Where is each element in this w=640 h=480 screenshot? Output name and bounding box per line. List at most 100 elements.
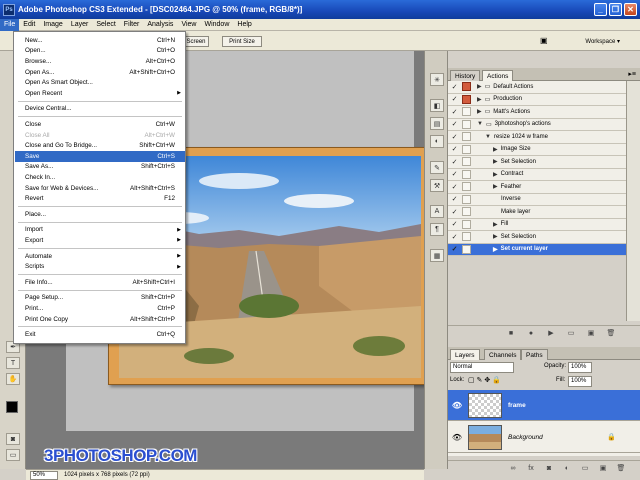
menu-item-close[interactable]: Close Ctrl+W bbox=[15, 119, 185, 130]
foreground-color-swatch[interactable] bbox=[6, 401, 18, 413]
blend-mode-select[interactable]: Normal bbox=[450, 362, 514, 373]
layer-style-icon[interactable]: fx bbox=[526, 463, 536, 473]
toggle-item-checkmark-icon[interactable]: ✓ bbox=[450, 107, 459, 116]
menu-select[interactable]: Select bbox=[92, 19, 119, 31]
action-row[interactable]: ✓ ▶ Set Selection bbox=[448, 231, 626, 244]
action-row[interactable]: ✓ ▶ Set current layer bbox=[448, 243, 626, 256]
toggle-item-checkmark-icon[interactable]: ✓ bbox=[450, 170, 459, 179]
tab-actions[interactable]: Actions bbox=[482, 70, 514, 81]
layer-row-background[interactable]: 👁 Background 🔒 bbox=[448, 422, 640, 453]
action-row[interactable]: ✓ ▶ Fill bbox=[448, 218, 626, 231]
menu-item-place[interactable]: Place... bbox=[15, 209, 185, 220]
action-row[interactable]: ✓ ▶ ▭ Production bbox=[448, 93, 626, 106]
new-action-icon[interactable]: ▣ bbox=[586, 328, 596, 338]
collapsed-triangle-icon[interactable]: ▶ bbox=[493, 158, 498, 165]
actions-scrollbar[interactable] bbox=[626, 81, 640, 321]
workspace-dropdown[interactable]: Workspace ▾ bbox=[585, 38, 620, 45]
lock-icons[interactable]: ▢ ✎ ✥ 🔒 bbox=[468, 376, 501, 384]
tab-channels[interactable]: Channels bbox=[484, 349, 522, 360]
layer-name[interactable]: Background bbox=[508, 434, 543, 441]
toggle-item-checkmark-icon[interactable]: ✓ bbox=[450, 245, 459, 254]
menu-filter[interactable]: Filter bbox=[120, 19, 144, 31]
menu-item-export[interactable]: Export ▶ bbox=[15, 235, 185, 246]
collapsed-triangle-icon[interactable]: ▶ bbox=[477, 96, 482, 103]
menu-item-device-central[interactable]: Device Central... bbox=[15, 104, 185, 115]
collapsed-triangle-icon[interactable]: ▶ bbox=[493, 233, 498, 240]
menu-item-close-and-go-to-bridge[interactable]: Close and Go To Bridge... Shift+Ctrl+W bbox=[15, 140, 185, 151]
navigator-icon[interactable]: ✳ bbox=[430, 73, 444, 86]
menu-image[interactable]: Image bbox=[39, 19, 66, 31]
new-layer-icon[interactable]: ▣ bbox=[598, 463, 608, 473]
visibility-eye-icon[interactable]: 👁 bbox=[450, 430, 464, 444]
expanded-triangle-icon[interactable]: ▼ bbox=[485, 134, 491, 140]
toggle-dialog-icon[interactable] bbox=[462, 107, 471, 117]
paragraph-icon[interactable]: ¶ bbox=[430, 223, 444, 236]
menu-item-open[interactable]: Open... Ctrl+O bbox=[15, 46, 185, 57]
panel-menu-icon[interactable]: ▸≡ bbox=[628, 70, 636, 78]
print-size-button[interactable]: Print Size bbox=[222, 36, 262, 47]
expanded-triangle-icon[interactable]: ▼ bbox=[477, 121, 483, 127]
play-icon[interactable]: ▶ bbox=[546, 328, 556, 338]
toggle-item-checkmark-icon[interactable]: ✓ bbox=[450, 220, 459, 229]
menu-item-print-one-copy[interactable]: Print One Copy Alt+Shift+Ctrl+P bbox=[15, 314, 185, 325]
toggle-item-checkmark-icon[interactable]: ✓ bbox=[450, 182, 459, 191]
menu-item-save-as[interactable]: Save As... Shift+Ctrl+S bbox=[15, 162, 185, 173]
workspace-icon[interactable]: ▣ bbox=[540, 36, 554, 47]
layer-comps-icon[interactable]: ▦ bbox=[430, 249, 444, 262]
collapsed-triangle-icon[interactable]: ▶ bbox=[493, 146, 498, 153]
collapsed-triangle-icon[interactable]: ▶ bbox=[493, 183, 498, 190]
menu-item-import[interactable]: Import ▶ bbox=[15, 225, 185, 236]
toggle-dialog-icon[interactable] bbox=[462, 219, 471, 229]
screen-mode-icon[interactable]: ▭ bbox=[6, 449, 20, 461]
toggle-dialog-icon[interactable] bbox=[462, 232, 471, 242]
collapsed-triangle-icon[interactable]: ▶ bbox=[493, 221, 498, 228]
toggle-dialog-icon[interactable] bbox=[462, 132, 471, 142]
delete-layer-icon[interactable]: 🗑 bbox=[616, 463, 626, 473]
collapsed-triangle-icon[interactable]: ▶ bbox=[493, 171, 498, 178]
type-tool-icon[interactable]: T bbox=[6, 357, 20, 369]
toggle-dialog-icon[interactable] bbox=[462, 157, 471, 167]
fill-field[interactable]: 100% bbox=[568, 376, 592, 387]
visibility-eye-icon[interactable]: 👁 bbox=[450, 398, 464, 412]
screen-button[interactable]: Screen bbox=[183, 36, 209, 47]
brushes-icon[interactable]: ✎ bbox=[430, 161, 444, 174]
layer-mask-icon[interactable]: ◙ bbox=[544, 463, 554, 473]
action-row[interactable]: ✓ ▶ Feather bbox=[448, 181, 626, 194]
action-row[interactable]: ✓ ▼ resize 1024 w frame bbox=[448, 131, 626, 144]
record-icon[interactable]: ● bbox=[526, 328, 536, 338]
menu-window[interactable]: Window bbox=[200, 19, 233, 31]
toggle-item-checkmark-icon[interactable]: ✓ bbox=[450, 120, 459, 129]
trash-icon[interactable]: 🗑 bbox=[606, 328, 616, 338]
toggle-dialog-icon[interactable] bbox=[462, 144, 471, 154]
minimize-button[interactable]: _ bbox=[594, 3, 607, 16]
menu-item-file-info[interactable]: File Info... Alt+Shift+Ctrl+I bbox=[15, 277, 185, 288]
menu-edit[interactable]: Edit bbox=[19, 19, 39, 31]
toggle-item-checkmark-icon[interactable]: ✓ bbox=[450, 157, 459, 166]
link-layers-icon[interactable]: ∞ bbox=[508, 463, 518, 473]
toggle-item-checkmark-icon[interactable]: ✓ bbox=[450, 232, 459, 241]
menu-help[interactable]: Help bbox=[233, 19, 255, 31]
stop-icon[interactable]: ■ bbox=[506, 328, 516, 338]
action-row[interactable]: ✓ ▶ Image Size bbox=[448, 143, 626, 156]
tab-layers[interactable]: Layers bbox=[450, 349, 480, 360]
action-row[interactable]: ✓ ▶ ▭ Matt's Actions bbox=[448, 106, 626, 119]
tool-presets-icon[interactable]: ⚒ bbox=[430, 179, 444, 192]
toggle-item-checkmark-icon[interactable]: ✓ bbox=[450, 82, 459, 91]
menu-layer[interactable]: Layer bbox=[67, 19, 93, 31]
action-row[interactable]: ✓ Make layer bbox=[448, 206, 626, 219]
hand-tool-icon[interactable]: ✋ bbox=[6, 373, 20, 385]
quick-mask-icon[interactable]: ◙ bbox=[6, 433, 20, 445]
toggle-item-checkmark-icon[interactable]: ✓ bbox=[450, 145, 459, 154]
menu-view[interactable]: View bbox=[177, 19, 200, 31]
menu-item-check-in[interactable]: Check In... bbox=[15, 172, 185, 183]
menu-analysis[interactable]: Analysis bbox=[143, 19, 177, 31]
layer-name[interactable]: frame bbox=[508, 402, 526, 409]
histogram-icon[interactable]: ◧ bbox=[430, 99, 444, 112]
zoom-field[interactable]: 50% bbox=[30, 470, 58, 480]
menu-item-open-recent[interactable]: Open Recent ▶ bbox=[15, 88, 185, 99]
toggle-item-checkmark-icon[interactable]: ✓ bbox=[450, 95, 459, 104]
toggle-dialog-icon[interactable] bbox=[462, 169, 471, 179]
menu-item-revert[interactable]: Revert F12 bbox=[15, 193, 185, 204]
toggle-dialog-icon[interactable] bbox=[462, 194, 471, 204]
menu-item-new[interactable]: New... Ctrl+N bbox=[15, 35, 185, 46]
